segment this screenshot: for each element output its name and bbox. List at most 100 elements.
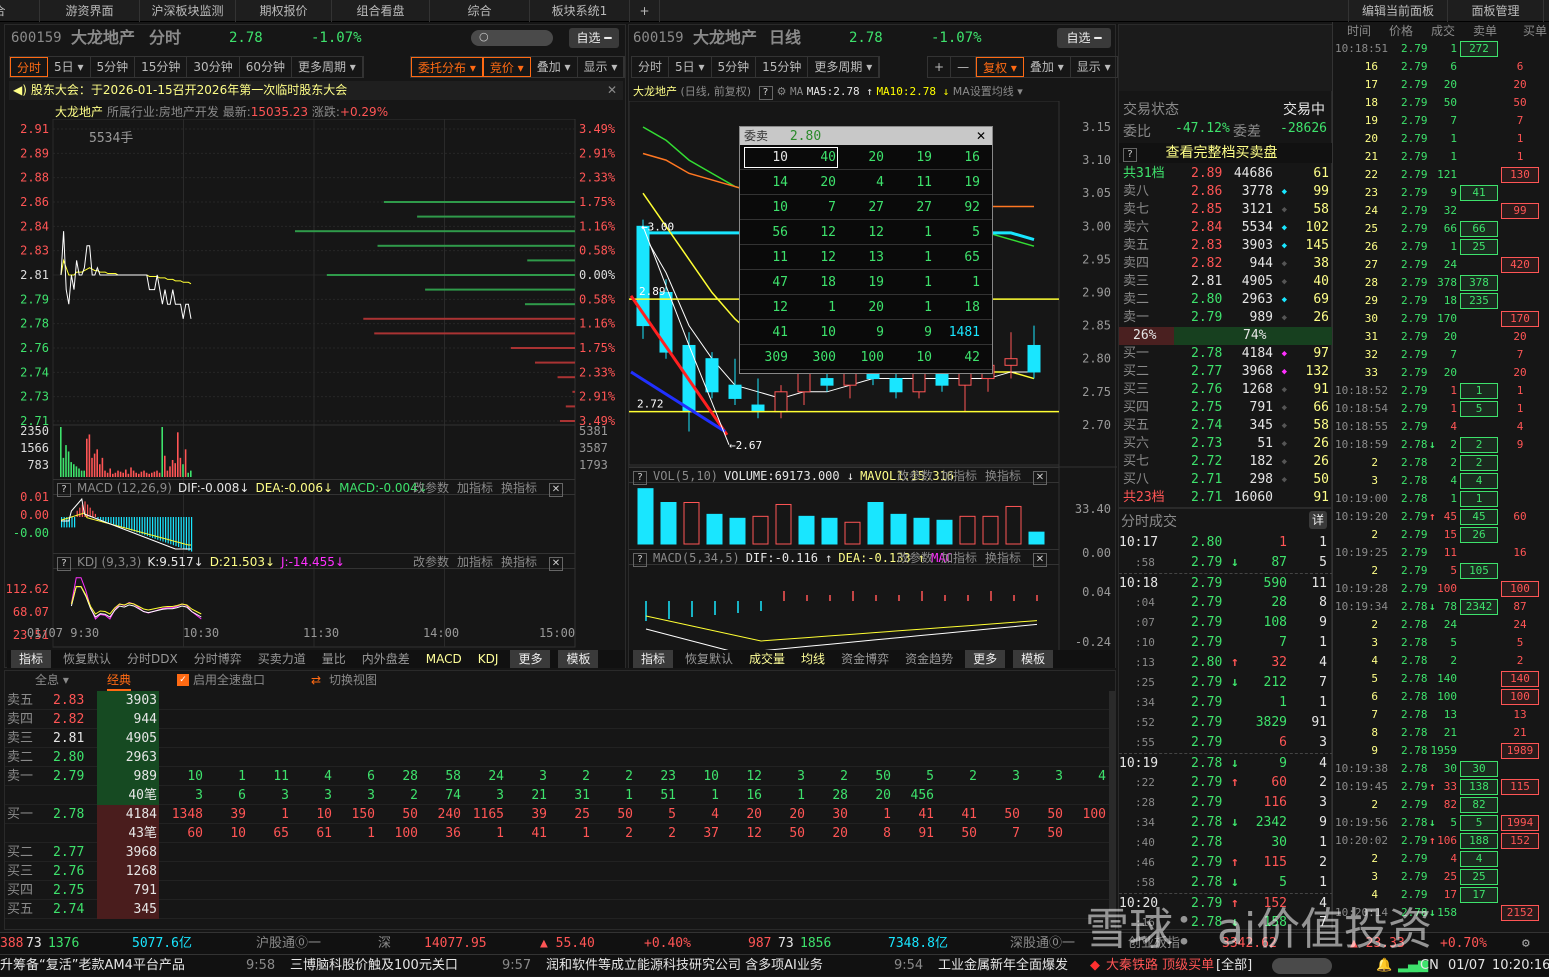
indicator-action[interactable]: 改参数 [413,555,449,569]
queue-row[interactable]: 卖三 2.81 4905 [5,729,1115,748]
news-headline[interactable]: 工业金属新年全面爆发 [938,955,1068,977]
bid-row[interactable]: 买七 2.72 182 ◆ 26 [1119,453,1333,471]
indicator-tab[interactable]: 内外盘差 [354,650,418,668]
top-tab[interactable]: 综合 [430,0,530,22]
top-tab[interactable]: 板块系统1 [530,0,630,22]
queue-row[interactable]: 买五 2.74 345 [5,900,1115,919]
indicator-tab[interactable]: 恢复默认 [677,650,741,668]
tab-full-info[interactable]: 全息 ▾ [35,671,69,689]
settings-gear-icon[interactable]: ⚙ [1522,933,1530,955]
indicator-action[interactable]: 改参数 [897,469,933,483]
indicator-tab[interactable]: 指标 [633,650,674,668]
bid-row[interactable]: 买八 2.71 298 ◆ 50 [1119,471,1333,489]
close-icon[interactable]: ✕ [976,127,986,145]
indicator-tab[interactable]: 资金趋势 [897,650,961,668]
indicator-action[interactable]: 改参数 [413,481,449,495]
toolbar-button[interactable]: 叠加 ▾ [531,57,578,77]
indicator-tab[interactable]: 模板 [558,650,599,668]
queue-row[interactable]: 买四 2.75 791 [5,881,1115,900]
notice-bar[interactable]: ◀) 股东大会：于2026-01-15召开2026年第一次临时股东大会 ✕ [9,81,623,100]
full-depth-link[interactable]: ? 查看完整档买卖盘 [1119,143,1333,163]
ask-row[interactable]: 卖六 2.84 5534 ◆ 102 [1119,219,1333,237]
queue-row[interactable]: 卖五 2.83 3903 [5,691,1115,710]
ask-row[interactable]: 卖一 2.79 989 ◆ 26 [1119,309,1333,327]
toolbar-button[interactable]: 60分钟 [240,57,292,77]
indicator-tab[interactable]: 恢复默认 [55,650,119,668]
toolbar-button[interactable]: 5日 ▾ [48,57,91,77]
news-headline[interactable]: 三博脑科股价触及100元关口 [290,955,458,977]
indicator-action[interactable]: 加指标 [941,551,977,565]
bid-row[interactable]: 买四 2.75 791 ◆ 66 [1119,399,1333,417]
indicator-action[interactable]: 加指标 [941,469,977,483]
ma-settings[interactable]: MA设置均线 ▾ [953,85,1023,98]
top-tab[interactable]: 沪深板块监测 [140,0,236,22]
queue-row[interactable]: 卖二 2.80 2963 [5,748,1115,767]
queue-row[interactable]: 买一 2.78 4184 1348 39 1 10 150 50 240 1165 39 25 50 5 4 2… [5,805,1115,824]
indicator-tab[interactable]: 分时DDX [119,650,186,668]
toolbar-button[interactable]: 15分钟 [135,57,188,77]
tab-edit-panel[interactable]: 编辑当前面板 [1348,0,1448,22]
bid-row[interactable]: 买一 2.78 4184 ◆ 97 [1119,345,1333,363]
help-icon[interactable]: ? [633,553,647,567]
close-icon[interactable]: ✕ [549,483,563,497]
indicator-action[interactable]: 改参数 [897,551,933,565]
indicator-tab[interactable]: 指标 [11,650,52,668]
top-tab[interactable]: 组合看盘 [332,0,430,22]
toolbar-button[interactable]: 5日 ▾ [669,57,712,77]
bid-row[interactable]: 买五 2.74 345 ◆ 58 [1119,417,1333,435]
ask-row[interactable]: 卖二 2.80 2963 ◆ 69 [1119,291,1333,309]
top-tab[interactable]: 游资界面 [40,0,140,22]
queue-row[interactable]: 买三 2.76 1268 [5,862,1115,881]
top-tab[interactable]: 期权报价 [236,0,332,22]
bid-row[interactable]: 买二 2.77 3968 ◆ 132 [1119,363,1333,381]
scrollbar[interactable] [1109,691,1115,927]
ask-row[interactable]: 卖七 2.85 3121 ◆ 58 [1119,201,1333,219]
ask-row[interactable]: 卖五 2.83 3903 ◆ 145 [1119,237,1333,255]
indicator-tab[interactable]: 均线 [793,650,833,668]
indicator-tab[interactable]: 分时博弈 [186,650,250,668]
ticker-search-input[interactable] [1272,958,1332,974]
ask-row[interactable]: 卖八 2.86 3778 ◆ 99 [1119,183,1333,201]
indicator-tab[interactable]: 资金博弈 [833,650,897,668]
indicator-tab[interactable]: MACD [418,650,470,668]
help-icon[interactable]: ? [57,557,71,571]
gear-icon[interactable]: ⚙ [777,85,787,98]
indicator-tab[interactable]: 更多 [965,650,1006,668]
indicator-tab[interactable]: 买卖力道 [250,650,314,668]
indicator-action[interactable]: 换指标 [985,551,1021,565]
ask-row[interactable]: 卖三 2.81 4905 ◆ 40 [1119,273,1333,291]
indicator-action[interactable]: 加指标 [457,481,493,495]
indicator-tab[interactable]: 量比 [314,650,354,668]
news-headline[interactable]: 升筹备“复活”老款AM4平台产品 [0,955,185,977]
close-icon[interactable]: ✕ [1033,471,1047,485]
toolbar-button[interactable]: 委托分布 ▾ [411,57,483,77]
toolbar-button[interactable]: 分时 [632,57,670,77]
watchlist-button[interactable]: 自选 ━ [1057,28,1111,48]
top-tab[interactable]: 合 [0,0,40,22]
depth-row-bottom[interactable]: 共23档 2.71 16060 91 [1119,489,1333,507]
toolbar-button[interactable]: 复权 ▾ [976,57,1024,77]
watchlist-button[interactable]: 自选 ━ [569,28,619,48]
indicator-tab[interactable]: 成交量 [741,650,793,668]
toolbar-button[interactable]: 叠加 ▾ [1024,57,1071,77]
toolbar-button[interactable]: 显示 ▾ [578,57,625,77]
toolbar-button[interactable]: + [928,57,952,77]
queue-row[interactable]: 买二 2.77 3968 [5,843,1115,862]
close-icon[interactable]: ✕ [1033,553,1047,567]
toolbar-button[interactable]: 15分钟 [756,57,809,77]
indicator-action[interactable]: 加指标 [457,555,493,569]
close-icon[interactable]: ✕ [607,81,617,100]
alert-scope[interactable]: [全部] [1216,955,1252,977]
tab-panel-manage[interactable]: 面板管理 [1448,0,1544,22]
depth-row-top[interactable]: 共31档 2.89 44686 61 [1119,165,1333,183]
detail-button[interactable]: 详 [1309,511,1327,529]
search-input[interactable]: ○ [471,30,553,46]
queue-row[interactable]: 卖一 2.79 989 10 1 11 4 6 28 58 24 3 2 2 23 10 12 3 2 50 5 2 3 3 4 [5,767,1115,786]
toolbar-button[interactable]: 更多周期 ▾ [292,57,363,77]
toolbar-button[interactable]: 更多周期 ▾ [808,57,880,77]
top-tab[interactable]: + [630,0,660,22]
toolbar-button[interactable]: — [951,57,977,77]
bid-row[interactable]: 买六 2.73 51 ◆ 26 [1119,435,1333,453]
toolbar-button[interactable]: 分时 [10,57,49,77]
toolbar-button[interactable]: 5分钟 [712,57,757,77]
